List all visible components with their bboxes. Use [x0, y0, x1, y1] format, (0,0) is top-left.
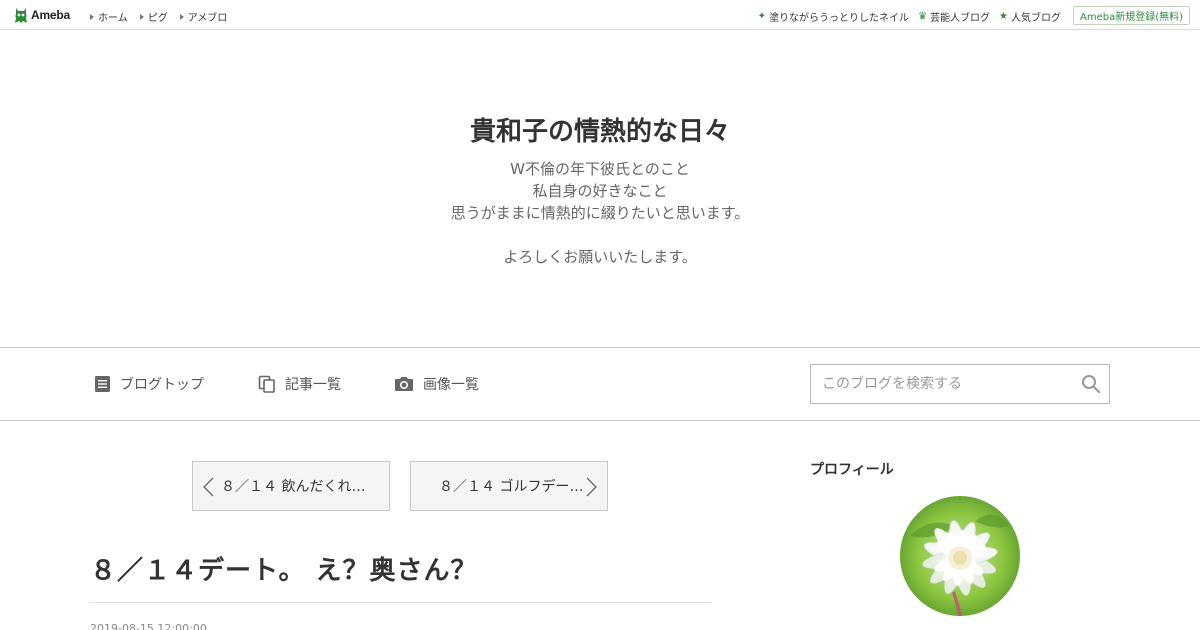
blog-search [810, 364, 1110, 404]
triangle-right-icon [179, 13, 184, 20]
link-celebrity-blog[interactable]: ♛ 芸能人ブログ [918, 9, 990, 24]
blog-description: W不倫の年下彼氏とのこと 私自身の好きなこと 思うがままに情熱的に綴りたいと思い… [0, 158, 1200, 268]
profile-avatar[interactable] [900, 496, 1020, 616]
subnav-article-list-label: 記事一覧 [285, 377, 341, 393]
document-icon [95, 376, 110, 392]
link-nail-label: 塗りながらうっとりしたネイル [769, 13, 910, 24]
sparkle-icon: ✦ [757, 11, 767, 22]
nav-ameblo-label: アメブロ [187, 13, 228, 24]
crown-icon: ♛ [918, 11, 928, 22]
featured-links: ✦ 塗りながらうっとりしたネイル ♛ 芸能人ブログ ★ 人気ブログ [758, 9, 1061, 24]
description-line: よろしくお願いいたします。 [503, 248, 697, 266]
profile-heading: プロフィール [810, 462, 894, 478]
subnav-blog-top-label: ブログトップ [120, 377, 204, 393]
blog-header: 貴和子の情熱的な日々 W不倫の年下彼氏とのこと 私自身の好きなこと 思うがままに… [0, 31, 1200, 347]
previous-article-label: ８／１４ 飲んだくれ… [221, 479, 366, 495]
nav-ameblo[interactable]: アメブロ [179, 9, 228, 24]
triangle-right-icon [139, 13, 144, 20]
nav-home-label: ホーム [98, 13, 128, 24]
link-nail[interactable]: ✦ 塗りながらうっとりしたネイル [758, 9, 909, 24]
description-line [0, 224, 1200, 246]
nav-pigg-label: ピグ [147, 13, 168, 24]
entry-date: 2019-08-15 12:00:00 [90, 622, 207, 630]
flower-image [900, 496, 1020, 616]
link-popular-label: 人気ブログ [1011, 13, 1061, 24]
ameba-logo[interactable]: Ameba [14, 6, 70, 24]
chevron-right-icon [586, 477, 597, 497]
global-nav: ホーム ピグ アメブロ [90, 9, 227, 24]
description-line: W不倫の年下彼氏とのこと [510, 160, 690, 178]
next-article-label: ８／１４ ゴルフデー… [439, 479, 584, 495]
divider [90, 602, 711, 603]
register-button[interactable]: Ameba新規登録(無料) [1072, 6, 1190, 25]
description-line: 私自身の好きなこと [532, 182, 668, 200]
global-header: Ameba ホーム ピグ アメブロ ✦ 塗りながらうっとりしたネイル ♛ 芸能人ブロ… [0, 0, 1200, 30]
description-line: 思うがままに情熱的に綴りたいと思います。 [450, 204, 750, 222]
triangle-right-icon [90, 13, 94, 20]
search-input[interactable] [811, 365, 1071, 403]
copy-icon [258, 375, 275, 393]
camera-icon [395, 377, 413, 391]
subnav-article-list[interactable]: 記事一覧 [258, 374, 341, 394]
subnav-image-list[interactable]: 画像一覧 [394, 374, 479, 394]
link-popular-blog[interactable]: ★ 人気ブログ [999, 9, 1061, 24]
nav-home[interactable]: ホーム [90, 9, 128, 24]
logo-text: Ameba [31, 8, 71, 22]
subnav-blog-top[interactable]: ブログトップ [94, 374, 204, 394]
chevron-left-icon [203, 477, 214, 497]
blog-title[interactable]: 貴和子の情熱的な日々 [0, 111, 1200, 148]
subnav-image-list-label: 画像一覧 [423, 377, 479, 393]
previous-article-button[interactable]: ８／１４ 飲んだくれ… [192, 461, 390, 511]
blog-subnav: ブログトップ 記事一覧 画像一覧 [0, 347, 1200, 421]
star-icon: ★ [999, 11, 1008, 22]
nav-pigg[interactable]: ピグ [139, 9, 168, 24]
entry-title[interactable]: ８／１４デート。 え？奥さん？ [90, 550, 478, 587]
ameba-mascot-icon [15, 7, 27, 23]
next-article-button[interactable]: ８／１４ ゴルフデー… [410, 461, 608, 511]
search-icon[interactable] [1081, 374, 1101, 394]
link-celebrity-label: 芸能人ブログ [930, 13, 991, 24]
